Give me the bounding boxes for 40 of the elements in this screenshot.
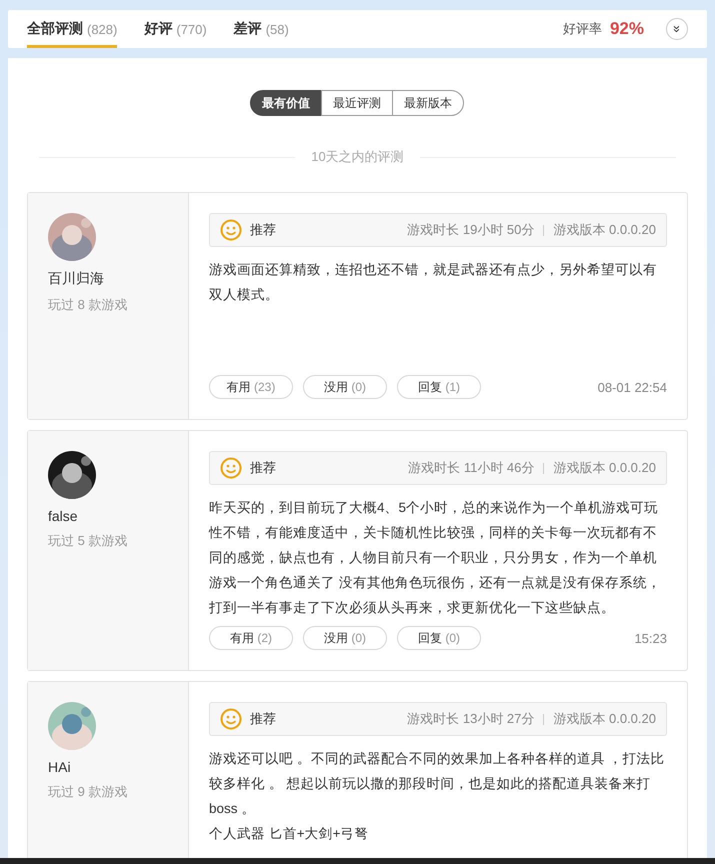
action-button[interactable]: 没用 (0) xyxy=(303,375,387,399)
games-played: 玩过 8 款游戏 xyxy=(48,296,128,314)
review-tab[interactable]: 差评 (58) xyxy=(234,10,289,48)
verdict: 推荐 xyxy=(250,221,277,239)
sort-option[interactable]: 最近评测 xyxy=(321,90,393,116)
action-button[interactable]: 没用 (0) xyxy=(303,626,387,650)
game-version: 游戏版本 0.0.0.20 xyxy=(553,459,656,477)
action-button[interactable]: 有用 (2) xyxy=(209,626,293,650)
action-button[interactable]: 回复 (1) xyxy=(397,375,481,399)
playtime: 游戏时长 11小时 46分 xyxy=(408,459,534,477)
playtime: 游戏时长 13小时 27分 xyxy=(407,710,534,728)
game-version: 游戏版本 0.0.0.20 xyxy=(553,221,656,239)
user-name[interactable]: false xyxy=(48,508,168,524)
review-text: 游戏还可以吧 。不同的武器配合不同的效果加上各种各样的道具 ，打法比较多样化 。 想起以前玩以撒的那段时间，也是如此的搭配道具装备来打boss 。 xyxy=(209,750,666,818)
sort-option[interactable]: 最新版本 xyxy=(392,90,464,116)
games-played: 玩过 9 款游戏 xyxy=(48,783,128,801)
verdict: 推荐 xyxy=(250,459,277,477)
review-tab[interactable]: 好评 (770) xyxy=(144,10,207,48)
smiley-icon xyxy=(220,457,242,479)
expand-button[interactable]: » xyxy=(666,18,688,40)
review-text: 游戏画面还算精致，连招也还不错，就是武器还有点少，另外希望可以有双人模式。 xyxy=(209,261,658,304)
review-time: 08-01 22:54 xyxy=(598,380,667,394)
action-button[interactable]: 回复 (0) xyxy=(397,626,481,650)
review-tab[interactable]: 全部评测 (828) xyxy=(27,10,118,48)
game-version: 游戏版本 0.0.0.20 xyxy=(553,710,656,728)
smiley-icon xyxy=(220,219,242,241)
sort-option[interactable]: 最有价值 xyxy=(250,90,322,116)
action-button[interactable]: 有用 (23) xyxy=(209,375,293,399)
review-text: 昨天买的，到目前玩了大概4、5个小时，总的来说作为一个单机游戏可玩性不错，有能难度适中，关卡随机性比较强，同样的关卡每一次玩都有不同的感觉，缺点也有，人物目前只有一个职业，只分男女，作为一个单机游戏一个角色通关了 没有其他角色玩很伤，还有一点就是没有保存系统，打到一半有事走了下次必须从头再来，求更新优化一下这些缺点。 xyxy=(209,499,662,617)
rating-value: 92% xyxy=(610,19,644,39)
user-name[interactable]: 百川归海 xyxy=(48,270,168,288)
review-text: 个人武器 匕首+大剑+弓弩 xyxy=(209,825,370,843)
smiley-icon xyxy=(220,708,242,730)
user-name[interactable]: HAi xyxy=(48,759,168,775)
playtime: 游戏时长 19小时 50分 xyxy=(407,221,534,239)
verdict: 推荐 xyxy=(250,710,277,728)
review-time: 15:23 xyxy=(634,630,667,646)
rating-label: 好评率 xyxy=(562,20,602,38)
section-title: 10天之内的评测 xyxy=(311,148,404,166)
games-played: 玩过 5 款游戏 xyxy=(48,532,128,550)
